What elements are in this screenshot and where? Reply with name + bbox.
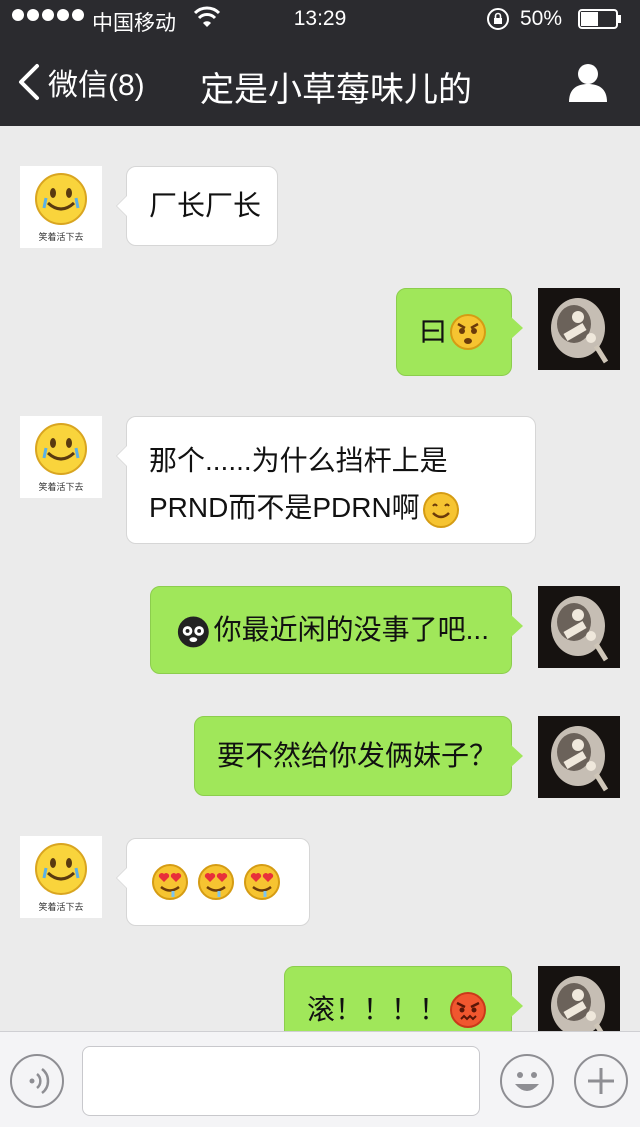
avatar-caption: 笑着活下去 xyxy=(38,482,84,492)
bomb-face-icon xyxy=(177,616,209,648)
navigation-bar: 微信(8) 定是小草莓味儿的 xyxy=(0,38,640,126)
my-avatar[interactable] xyxy=(538,586,620,668)
my-avatar[interactable] xyxy=(538,966,620,1031)
message-text-line: 那个......为什么挡杆上是 xyxy=(149,445,448,476)
smile-emoji-icon xyxy=(422,491,459,528)
chevron-left-icon xyxy=(19,64,39,100)
message-text: 滚！！！！ xyxy=(307,994,448,1025)
chat-messages-area[interactable]: 笑着活下去 厂长厂长 曰 笑着活下去 那个......为什么挡杆上是 PRND而… xyxy=(0,126,640,1031)
xray-skull-icon xyxy=(551,976,605,1031)
message-bubble-incoming[interactable] xyxy=(116,838,310,926)
message-text: 要不然给你发俩妹子？ xyxy=(217,740,498,771)
avatar-caption: 笑着活下去 xyxy=(38,232,84,242)
status-bar: 中国移动 13:29 50% xyxy=(0,0,640,38)
angry-face-icon xyxy=(450,314,487,350)
xray-skull-icon xyxy=(551,298,609,364)
message-bubble-outgoing[interactable]: 滚！！！！ xyxy=(284,966,523,1031)
message-text-input[interactable] xyxy=(82,1046,480,1116)
smiley-tears-icon xyxy=(35,843,87,895)
smiley-tears-icon xyxy=(35,423,87,475)
xray-skull-icon xyxy=(551,596,609,662)
contact-avatar[interactable]: 笑着活下去 xyxy=(20,416,102,498)
chat-title: 定是小草莓味儿的 xyxy=(200,71,472,109)
message-bubble-outgoing[interactable]: 要不然给你发俩妹子？ xyxy=(194,716,523,796)
heart-eyes-drool-icon xyxy=(152,864,188,900)
voice-icon xyxy=(29,1068,50,1094)
message-text: 厂长厂长 xyxy=(149,190,262,221)
my-avatar[interactable] xyxy=(538,716,620,798)
emoji-icon xyxy=(515,1072,539,1091)
message-input-bar xyxy=(0,1031,640,1127)
message-bubble-outgoing[interactable]: 曰 xyxy=(396,288,523,376)
smiley-tears-icon xyxy=(35,173,87,225)
contact-avatar[interactable]: 笑着活下去 xyxy=(20,836,102,918)
emoji-button[interactable] xyxy=(500,1054,554,1108)
back-button[interactable]: 微信(8) xyxy=(16,60,145,104)
message-text-line-with-emoji: PRND而不是PDRN啊 xyxy=(149,484,513,531)
voice-input-button[interactable] xyxy=(10,1054,64,1108)
avatar-caption: 笑着活下去 xyxy=(38,902,84,912)
message-bubble-incoming[interactable]: 厂长厂长 xyxy=(116,166,278,246)
plus-icon xyxy=(588,1068,614,1094)
battery-icon xyxy=(578,9,621,29)
furious-face-icon xyxy=(450,992,487,1028)
heart-eyes-drool-icon xyxy=(198,864,234,900)
message-text: 你最近闲的没事了吧... xyxy=(213,614,489,645)
back-label: 微信(8) xyxy=(48,69,145,102)
heart-eyes-drool-icon xyxy=(244,864,280,900)
message-text: PRND而不是PDRN啊 xyxy=(149,492,420,523)
my-avatar[interactable] xyxy=(538,288,620,370)
battery-percent: 50% xyxy=(520,7,563,30)
message-text: 曰 xyxy=(419,316,448,347)
message-bubble-outgoing[interactable]: 你最近闲的没事了吧... xyxy=(150,586,523,674)
xray-skull-icon xyxy=(551,726,609,792)
contact-profile-button[interactable] xyxy=(566,62,610,102)
rotation-lock-icon xyxy=(487,8,509,30)
contact-avatar[interactable]: 笑着活下去 xyxy=(20,166,102,248)
message-bubble-incoming[interactable]: 那个......为什么挡杆上是 PRND而不是PDRN啊 xyxy=(116,416,536,544)
more-options-button[interactable] xyxy=(574,1054,628,1108)
